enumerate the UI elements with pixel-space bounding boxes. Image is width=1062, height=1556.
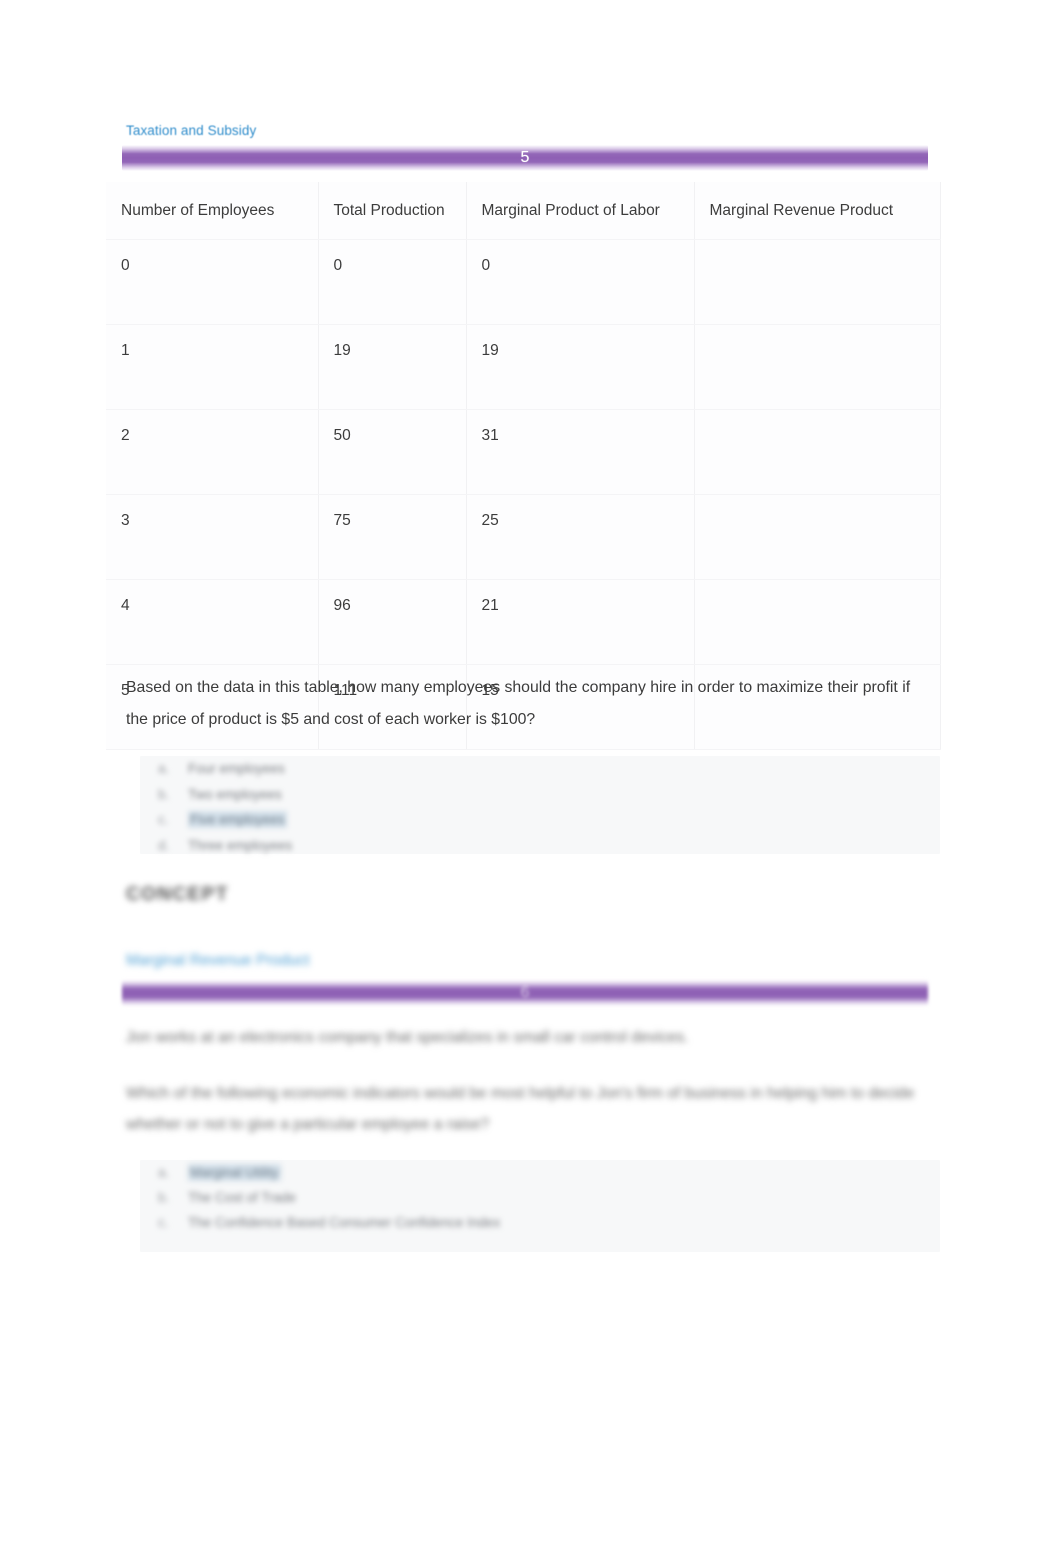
option-label: The Confidence Based Consumer Confidence…: [188, 1215, 501, 1230]
option-letter: a.: [158, 761, 170, 777]
cell-employees: 4: [106, 579, 319, 666]
option-letter: c.: [158, 812, 169, 828]
question-number-1: 5: [520, 149, 530, 166]
question-prompt: Based on the data in this table, how man…: [126, 679, 911, 728]
scenario-paragraph: Jon works at an electronics company that…: [126, 1029, 689, 1046]
cell-marginal-revenue: [694, 409, 941, 496]
column-header-employees: Number of Employees: [106, 182, 319, 241]
cell-marginal-product: 25: [466, 494, 695, 581]
cell-total-production: 96: [318, 579, 467, 666]
table-row: 3 75 25: [106, 494, 941, 581]
cell-total-production: 19: [318, 324, 467, 411]
concept-heading: CONCEPT: [126, 884, 229, 905]
document-page: Taxation and Subsidy 5 Number of Employe…: [0, 0, 1062, 1556]
cell-marginal-product: 0: [466, 239, 695, 326]
question-number-bar-2: 6: [122, 980, 928, 1006]
bottom-option-b[interactable]: b. The Cost of Trade: [140, 1185, 940, 1210]
option-label: Marginal Utility: [188, 1164, 281, 1181]
table-row: 4 96 21: [106, 579, 941, 666]
cell-marginal-product: 31: [466, 409, 695, 496]
question-number-bar-1: 5: [122, 145, 928, 171]
option-letter: b.: [158, 786, 170, 802]
question-paragraph: Which of the following economic indicato…: [126, 1085, 915, 1134]
cell-marginal-revenue: [694, 239, 941, 326]
concept-topic-link[interactable]: Marginal Revenue Product: [126, 952, 310, 970]
table-row: 1 19 19: [106, 324, 941, 411]
table-row: 2 50 31: [106, 409, 941, 496]
column-header-marginal-product: Marginal Product of Labor: [466, 182, 695, 241]
column-header-marginal-revenue: Marginal Revenue Product: [694, 182, 941, 241]
option-label: Five employees: [188, 811, 287, 829]
option-letter: a.: [158, 1165, 170, 1180]
answer-options-list-2: a. Marginal Utility b. The Cost of Trade…: [140, 1160, 940, 1252]
answer-option-a[interactable]: a. Four employees: [140, 756, 940, 782]
cell-total-production: 0: [318, 239, 467, 326]
cell-marginal-product: 19: [466, 324, 695, 411]
cell-employees: 0: [106, 239, 319, 326]
option-label: Four employees: [188, 761, 285, 777]
option-label: The Cost of Trade: [188, 1190, 297, 1205]
question-number-2: 6: [520, 984, 530, 1001]
cell-marginal-product: 21: [466, 579, 695, 666]
option-letter: c.: [158, 1215, 169, 1230]
production-data-table: Number of Employees Total Production Mar…: [106, 182, 941, 751]
option-label: Three employees: [188, 837, 293, 853]
production-table-container: Number of Employees Total Production Mar…: [106, 182, 941, 751]
option-letter: b.: [158, 1190, 170, 1205]
bottom-option-a[interactable]: a. Marginal Utility: [140, 1160, 940, 1185]
cell-employees: 2: [106, 409, 319, 496]
table-row: 0 0 0: [106, 239, 941, 326]
table-header-row: Number of Employees Total Production Mar…: [106, 182, 941, 241]
cell-employees: 3: [106, 494, 319, 581]
cell-marginal-revenue: [694, 494, 941, 581]
cell-employees: 1: [106, 324, 319, 411]
option-label: Two employees: [188, 786, 282, 802]
answer-option-c[interactable]: c. Five employees: [140, 807, 940, 833]
breadcrumb-section-link[interactable]: Taxation and Subsidy: [126, 123, 256, 138]
answer-option-d[interactable]: d. Three employees: [140, 833, 940, 859]
cell-marginal-revenue: [694, 324, 941, 411]
cell-total-production: 50: [318, 409, 467, 496]
cell-total-production: 75: [318, 494, 467, 581]
option-letter: d.: [158, 837, 170, 853]
bottom-option-c[interactable]: c. The Confidence Based Consumer Confide…: [140, 1210, 940, 1235]
answer-options-list-1: a. Four employees b. Two employees c. Fi…: [140, 756, 940, 854]
cell-marginal-revenue: [694, 579, 941, 666]
answer-option-b[interactable]: b. Two employees: [140, 782, 940, 808]
column-header-total-production: Total Production: [318, 182, 467, 241]
